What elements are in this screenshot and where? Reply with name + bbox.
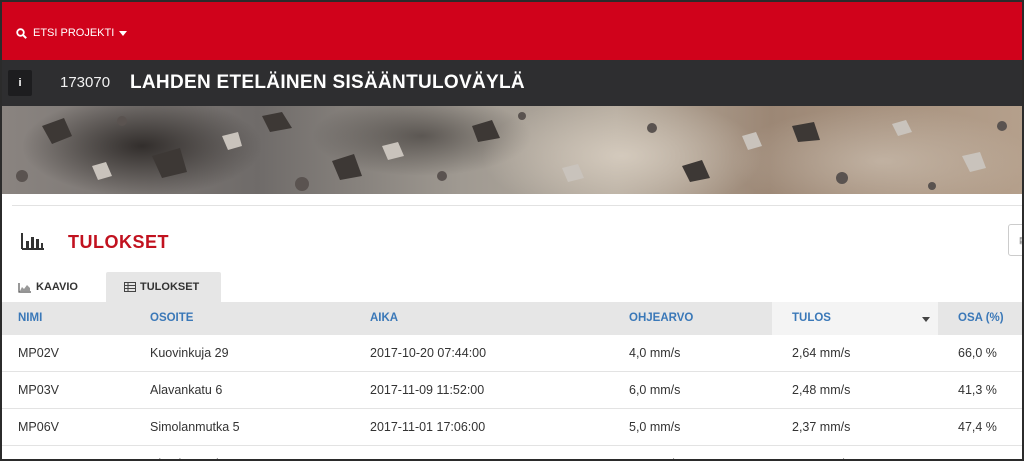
search-icon — [16, 27, 27, 39]
chevron-down-icon — [119, 30, 128, 36]
grid-icon: ▤ — [1019, 235, 1022, 245]
column-header-nimi[interactable]: NIMI — [18, 302, 42, 335]
column-header-osoite[interactable]: OSOITE — [150, 302, 193, 335]
tab-tulokset[interactable]: TULOKSET — [106, 272, 221, 302]
cell-osoite: Simolanmutka 5 — [150, 420, 240, 434]
top-navbar: ETSI PROJEKTI — [2, 2, 1022, 60]
cell-osa: 47,4 % — [958, 420, 997, 434]
table-row[interactable]: MP06V Simolanmutka 5 2017-11-01 17:06:00… — [2, 409, 1022, 446]
cell-tulos: 2,29 mm/s — [792, 446, 850, 459]
section-divider — [12, 205, 1022, 206]
table-header: NIMI OSOITE AIKA OHJEARVO TULOS OSA (%) — [2, 302, 1022, 335]
cell-osa: 66,0 % — [958, 346, 997, 360]
search-projects-button[interactable]: ETSI PROJEKTI — [16, 24, 128, 42]
table-row[interactable]: MP06V Simolanmutka 5 2017-09-27 09:24:00… — [2, 446, 1022, 459]
cell-osa: 41,3 % — [958, 383, 997, 397]
cell-osoite: Alavankatu 6 — [150, 383, 223, 397]
area-chart-icon — [18, 282, 31, 293]
cell-nimi: MP06V — [18, 420, 59, 434]
section-title: TULOKSET — [68, 232, 169, 252]
cell-nimi: MP06V — [18, 446, 59, 459]
search-projects-label: ETSI PROJEKTI — [33, 27, 115, 39]
view-toggle-button[interactable]: ▤ — [1008, 224, 1022, 256]
tab-kaavio-label: KAAVIO — [36, 281, 78, 293]
cell-tulos: 2,64 mm/s — [792, 346, 851, 360]
table-icon — [124, 282, 136, 292]
bar-chart-icon — [21, 233, 44, 250]
cell-tulos: 2,48 mm/s — [792, 383, 851, 397]
table-row[interactable]: MP02V Kuovinkuja 29 2017-10-20 07:44:00 … — [2, 335, 1022, 372]
info-icon: i — [18, 77, 22, 89]
tab-kaavio[interactable]: KAAVIO — [18, 272, 98, 302]
info-button[interactable]: i — [8, 70, 32, 96]
column-header-tulos[interactable]: TULOS — [772, 302, 938, 335]
app-window: ETSI PROJEKTI i 173070 LAHDEN ETELÄINEN … — [0, 0, 1024, 461]
cell-ohjearvo: 5,0 mm/s — [629, 420, 681, 434]
cell-ohjearvo: 4,0 mm/s — [629, 346, 681, 360]
header-banner-image — [2, 106, 1022, 194]
cell-ohjearvo: 6,0 mm/s — [629, 383, 681, 397]
cell-osoite: Simolanmutka 5 — [150, 446, 240, 459]
cell-aika: 2017-11-01 17:06:00 — [370, 420, 486, 434]
sort-desc-icon — [922, 317, 930, 322]
table-row[interactable]: MP03V Alavankatu 6 2017-11-09 11:52:00 6… — [2, 372, 1022, 409]
cell-tulos: 2,37 mm/s — [792, 420, 851, 434]
cell-aika: 2017-11-09 11:52:00 — [370, 383, 485, 397]
column-header-tulos-label: TULOS — [792, 312, 831, 324]
column-header-osa[interactable]: OSA (%) — [958, 302, 1004, 335]
cell-aika: 2017-10-20 07:44:00 — [370, 346, 487, 360]
cell-nimi: MP03V — [18, 383, 59, 397]
page-title: LAHDEN ETELÄINEN SISÄÄNTULOVÄYLÄ — [130, 72, 525, 93]
cell-nimi: MP02V — [18, 346, 59, 360]
column-header-ohjearvo[interactable]: OHJEARVO — [629, 302, 693, 335]
tab-tulokset-label: TULOKSET — [140, 281, 200, 293]
cell-ohjearvo: 5,0 mm/s — [629, 446, 680, 459]
cell-osa: 45,8 % — [958, 446, 997, 459]
cell-osoite: Kuovinkuja 29 — [150, 346, 229, 360]
cell-aika: 2017-09-27 09:24:00 — [370, 446, 486, 459]
column-header-aika[interactable]: AIKA — [370, 302, 398, 335]
project-id: 173070 — [60, 74, 111, 91]
